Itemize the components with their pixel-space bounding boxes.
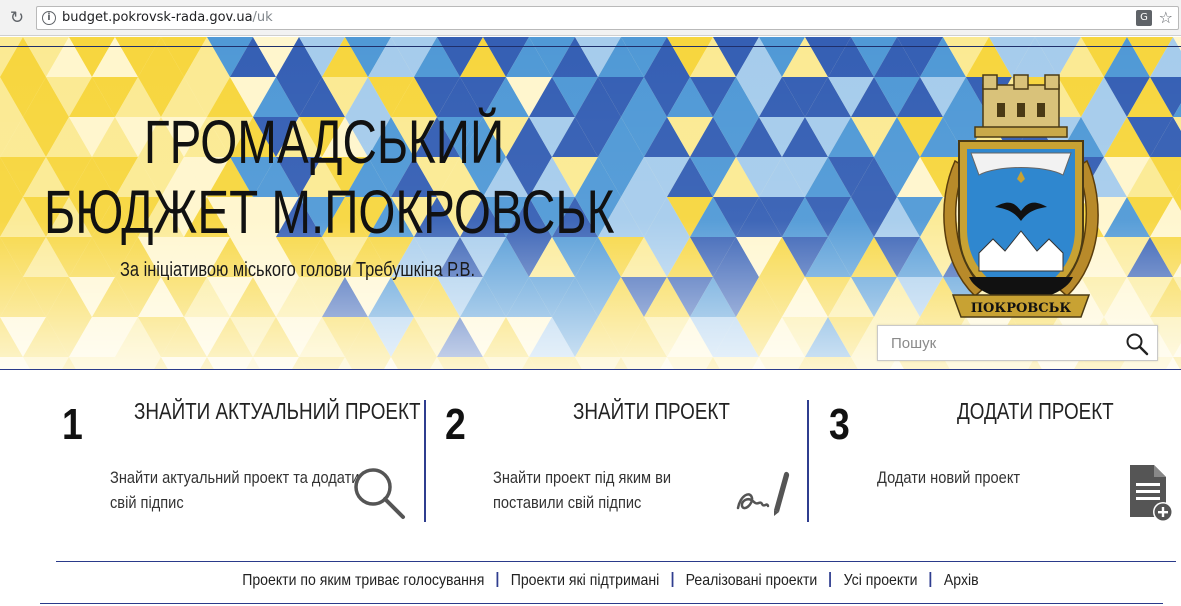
nav-link-all-projects[interactable]: Усі проекти (844, 572, 918, 589)
banner-top-rule (0, 46, 1181, 47)
page-title: ГРОМАДСЬКИЙ БЮДЖЕТ М.ПОКРОВСЬК (44, 107, 615, 247)
nav-link-voting-projects[interactable]: Проекти по яким триває голосування (242, 572, 484, 589)
signature-icon[interactable] (734, 466, 790, 520)
search-box (877, 325, 1158, 361)
header-banner: ГРОМАДСЬКИЙ БЮДЖЕТ М.ПОКРОВСЬК За ініціа… (0, 37, 1181, 370)
page-subtitle: За ініціативою міського голови Требушкін… (120, 259, 476, 281)
magnifier-icon[interactable] (352, 466, 406, 520)
site-info-icon[interactable]: i (42, 11, 56, 25)
search-icon[interactable] (1125, 332, 1149, 356)
step-number: 3 (829, 400, 850, 449)
step-description: Знайти актуальний проект та додати свій … (110, 468, 360, 512)
url-text[interactable]: budget.pokrovsk-rada.gov.ua/uk (62, 10, 273, 26)
step-title[interactable]: ЗНАЙТИ ПРОЕКТ (573, 398, 730, 425)
step-title[interactable]: ДОДАТИ ПРОЕКТ (957, 398, 1114, 425)
footer-nav: Проекти по яким триває голосування Проект… (0, 572, 1181, 594)
add-document-icon[interactable] (1128, 463, 1174, 523)
title-line-1: ГРОМАДСЬКИЙ (143, 108, 505, 176)
step-number: 1 (62, 400, 83, 449)
nav-separator (671, 572, 674, 587)
nav-link-archive[interactable]: Архів (944, 572, 979, 589)
step-title[interactable]: ЗНАЙТИ АКТУАЛЬНИЙ ПРОЕКТ (134, 398, 420, 425)
nav-top-rule (56, 561, 1176, 562)
nav-link-supported-projects[interactable]: Проекти які підтримані (511, 572, 660, 589)
nav-link-implemented-projects[interactable]: Реалізовані проекти (686, 572, 818, 589)
step-description: Додати новий проект (877, 468, 1021, 487)
step-divider (807, 400, 809, 522)
step-description: Знайти проект під яким ви поставили свій… (493, 468, 672, 512)
nav-bottom-rule (40, 603, 1163, 604)
title-line-2: БЮДЖЕТ М.ПОКРОВСЬК (44, 178, 615, 246)
translate-icon[interactable]: G (1136, 10, 1152, 26)
nav-separator (496, 572, 499, 587)
nav-separator (929, 572, 932, 587)
address-bar[interactable]: i budget.pokrovsk-rada.gov.ua/uk G ☆ (36, 6, 1179, 30)
reload-icon[interactable]: ↻ (6, 7, 28, 29)
star-icon[interactable]: ☆ (1159, 8, 1173, 28)
step-number: 2 (445, 400, 466, 449)
emblem-ribbon-text: ПОКРОВСЬК (971, 301, 1072, 316)
banner-bottom-rule (0, 369, 1181, 370)
nav-separator (829, 572, 832, 587)
city-coat-of-arms-logo[interactable]: ПОКРОВСЬК (935, 71, 1107, 321)
step-add-project[interactable]: 3 ДОДАТИ ПРОЕКТ Додати новий проект (829, 398, 1169, 522)
search-input[interactable] (878, 326, 1118, 360)
browser-toolbar: ↻ i budget.pokrovsk-rada.gov.ua/uk G ☆ (0, 0, 1181, 36)
step-divider (424, 400, 426, 522)
